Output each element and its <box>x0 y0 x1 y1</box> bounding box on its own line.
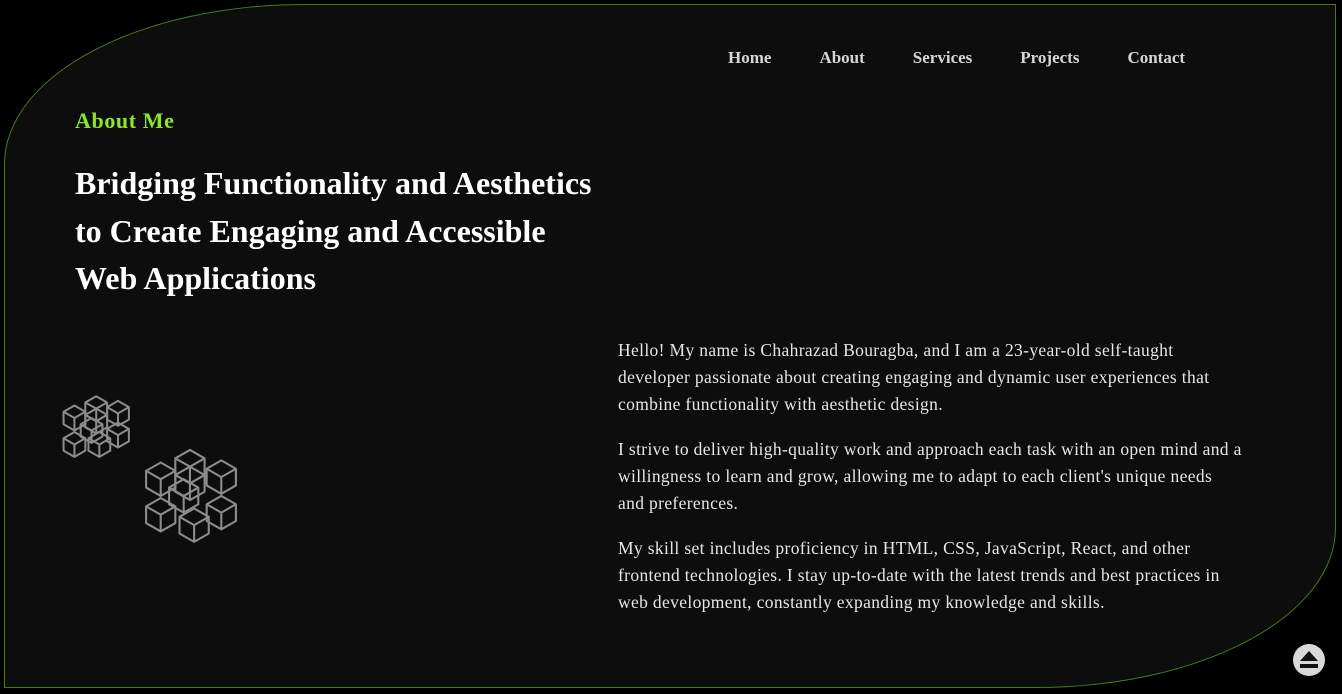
headline-line: Bridging Functionality and Aesthetics <box>75 165 592 201</box>
nav-projects-link[interactable]: Projects <box>1020 48 1079 68</box>
headline-line: to Create Engaging and Accessible <box>75 212 546 249</box>
scroll-to-top-button[interactable] <box>1293 644 1325 676</box>
page-headline: Bridging Functionality and Aesthetics to… <box>75 160 645 303</box>
headline-line: Web Applications <box>75 260 316 296</box>
about-paragraph: I strive to deliver high-quality work an… <box>618 439 1242 513</box>
nav-home-link[interactable]: Home <box>728 48 771 68</box>
cubes-icon <box>62 395 130 458</box>
about-description: Hello! My name is Chahrazad Bouragba, an… <box>618 337 1243 634</box>
nav-contact-link[interactable]: Contact <box>1127 48 1185 68</box>
main-nav: Home About Services Projects Contact <box>728 48 1185 68</box>
about-paragraph: Hello! My name is Chahrazad Bouragba, an… <box>618 340 1210 414</box>
eject-icon <box>1300 651 1318 668</box>
nav-about-link[interactable]: About <box>819 48 864 68</box>
cubes-icon <box>145 448 237 543</box>
nav-services-link[interactable]: Services <box>913 48 972 68</box>
section-eyebrow: About Me <box>75 108 175 133</box>
about-paragraph: My skill set includes proficiency in HTM… <box>618 538 1220 612</box>
